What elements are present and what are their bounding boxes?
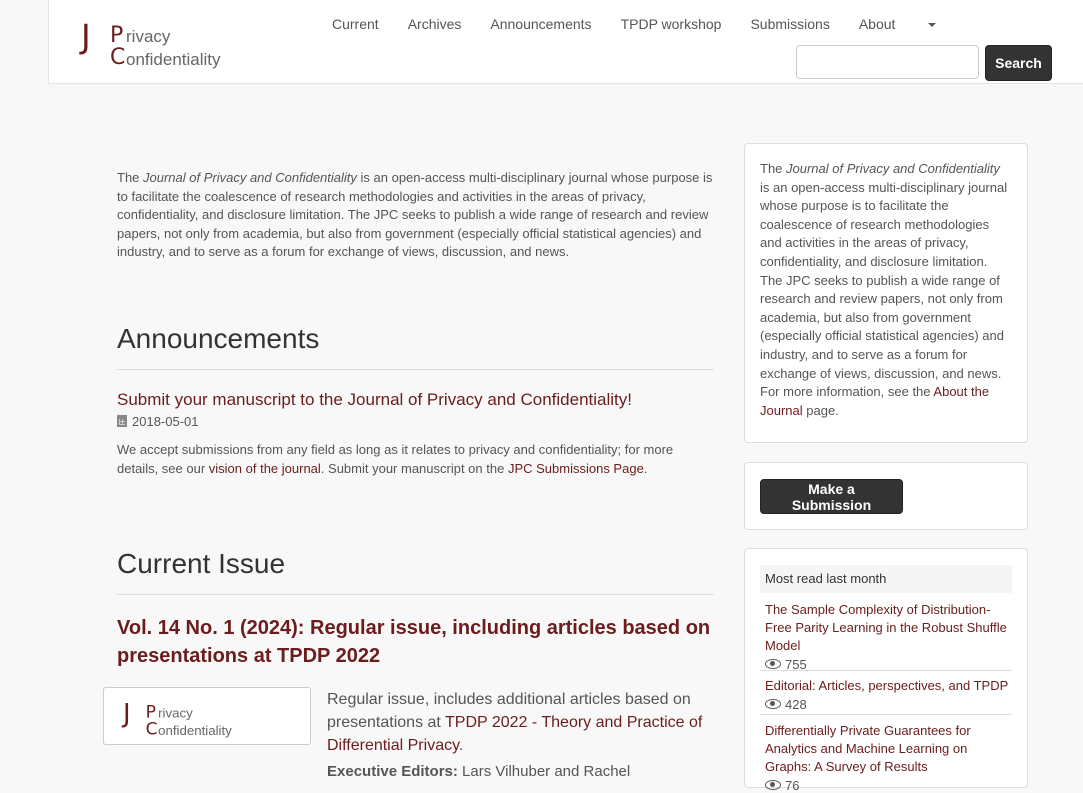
most-read-item: Differentially Private Guarantees for An… <box>760 722 1012 793</box>
nav-tpdp-workshop[interactable]: TPDP workshop <box>621 16 722 32</box>
calendar-icon <box>117 415 127 427</box>
ann-text-3: . <box>643 460 648 476</box>
sidebar-submit-block: Make a Submission <box>744 462 1028 530</box>
logo-text-onfidentiality: onfidentiality <box>126 50 221 69</box>
cover-text-onfidentiality: onfidentiality <box>158 723 232 739</box>
intro-journal-name: Journal of Privacy and Confidentiality <box>143 170 357 185</box>
main-nav: Current Archives Announcements TPDP work… <box>332 16 965 32</box>
sidebar-about-block: The Journal of Privacy and Confidentiali… <box>744 143 1028 443</box>
cover-text-rivacy: rivacy <box>158 705 193 721</box>
issue-editors: Executive Editors: Lars Vilhuber and Rac… <box>327 763 630 780</box>
vision-link[interactable]: vision of the journal <box>209 461 321 476</box>
announcement-date-text: 2018-05-01 <box>132 414 199 429</box>
intro-pre: The <box>117 170 144 185</box>
logo-letter-c: C <box>110 45 126 70</box>
cover-logo: J P rivacy C onfidentiality <box>123 697 263 741</box>
site-header: J P rivacy C onfidentiality Current Arch… <box>48 0 1083 84</box>
ann-text-2: . Submit your manuscript on the <box>320 460 508 476</box>
logo-text-rivacy: rivacy <box>126 27 171 46</box>
most-read-title[interactable]: The Sample Complexity of Distribution-Fr… <box>765 602 1007 653</box>
announcement-date: 2018-05-01 <box>117 414 199 429</box>
nav-announcements[interactable]: Announcements <box>490 16 591 32</box>
views-count: 76 <box>785 778 800 793</box>
most-read-views: 428 <box>765 697 1012 712</box>
logo-letter-j: J <box>81 17 91 56</box>
issue-desc-post: . <box>458 737 464 754</box>
nav-archives[interactable]: Archives <box>408 16 462 32</box>
editors-label: Executive Editors: <box>327 763 458 780</box>
caret-down-icon <box>928 23 937 28</box>
issue-title-link[interactable]: Vol. 14 No. 1 (2024): Regular issue, inc… <box>117 614 717 670</box>
most-read-title[interactable]: Editorial: Articles, perspectives, and T… <box>765 678 1008 693</box>
most-read-item: The Sample Complexity of Distribution-Fr… <box>760 601 1012 672</box>
search-button[interactable]: Search <box>985 45 1052 81</box>
announcements-heading: Announcements <box>117 323 714 370</box>
views-count: 755 <box>785 657 807 672</box>
announcement-title-link[interactable]: Submit your manuscript to the Journal of… <box>117 390 632 410</box>
submissions-page-link[interactable]: JPC Submissions Page <box>508 461 644 476</box>
editors-text: Lars Vilhuber and Rachel <box>457 763 631 780</box>
nav-about-dropdown[interactable]: About <box>859 16 937 32</box>
most-read-item: Editorial: Articles, perspectives, and T… <box>760 677 1012 715</box>
current-issue-heading: Current Issue <box>117 548 714 595</box>
eye-icon <box>765 780 781 790</box>
main-content: The Journal of Privacy and Confidentiali… <box>103 169 714 780</box>
announcement-summary: We accept submissions from any field as … <box>117 441 714 478</box>
cover-letter-j: J <box>123 697 131 729</box>
nav-submissions[interactable]: Submissions <box>750 16 829 32</box>
side-about-post: page. <box>802 402 839 418</box>
nav-current[interactable]: Current <box>332 16 379 32</box>
most-read-heading: Most read last month <box>760 565 1012 593</box>
views-count: 428 <box>785 697 807 712</box>
most-read-views: 755 <box>765 657 1012 672</box>
journal-logo[interactable]: J P rivacy C onfidentiality <box>81 16 261 72</box>
side-about-body: is an open-access multi-disciplinary jou… <box>760 179 1008 400</box>
sidebar-most-read-block: Most read last month The Sample Complexi… <box>744 548 1028 793</box>
nav-about-label: About <box>858 16 896 32</box>
issue-cover-image[interactable]: J P rivacy C onfidentiality <box>103 687 311 745</box>
most-read-views: 76 <box>765 778 1012 793</box>
issue-description: Regular issue, includes additional artic… <box>327 688 717 757</box>
make-submission-button[interactable]: Make a Submission <box>760 479 903 514</box>
journal-intro: The Journal of Privacy and Confidentiali… <box>117 169 714 262</box>
side-journal-name: Journal of Privacy and Confidentiality <box>786 161 1000 176</box>
side-about-pre: The <box>760 161 787 176</box>
eye-icon <box>765 699 781 709</box>
cover-letter-c: C <box>145 719 158 740</box>
search-input[interactable] <box>796 45 979 79</box>
most-read-title[interactable]: Differentially Private Guarantees for An… <box>765 723 971 774</box>
eye-icon <box>765 659 781 669</box>
